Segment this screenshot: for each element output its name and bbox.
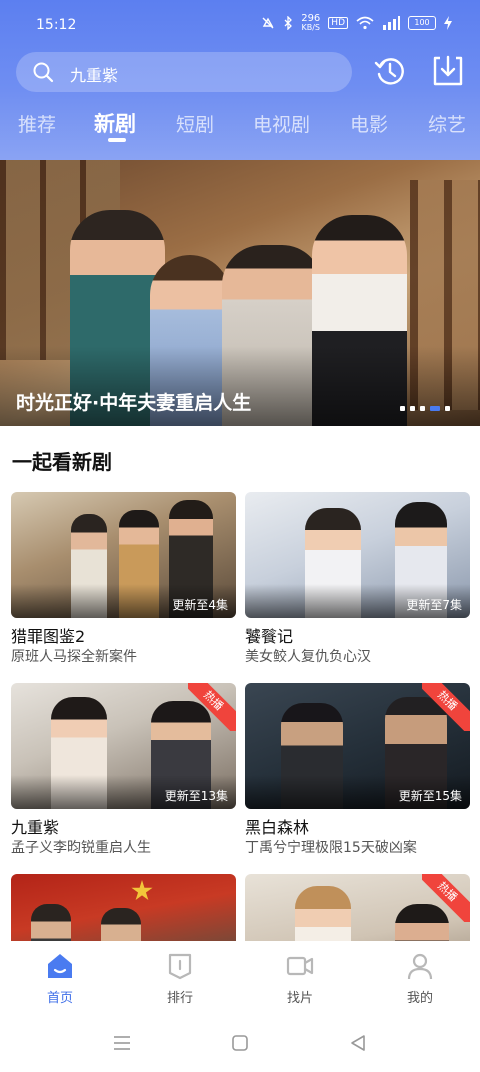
tab-short-drama[interactable]: 短剧 (176, 110, 214, 137)
wifi-icon (356, 16, 374, 30)
drama-card[interactable]: 更新至15集 热播 黑白森林 丁禹兮宁理极限15天破凶案 (245, 683, 470, 863)
search-query: 九重紫 (70, 66, 119, 85)
net-speed: 296 KB/S (301, 13, 321, 32)
banner-title: 时光正好·中年夫妻重启人生 (16, 392, 252, 414)
status-bar: 15:12 296 KB/S HD 100 (0, 0, 480, 46)
download-icon[interactable] (431, 54, 465, 88)
hero-banner[interactable]: 时光正好·中年夫妻重启人生 (0, 160, 480, 426)
nav-label: 我的 (406, 991, 433, 1006)
status-icons: 296 KB/S HD 100 (261, 14, 452, 32)
tab-variety[interactable]: 综艺 (428, 110, 466, 137)
app-header: 15:12 296 KB/S HD 100 九重紫 推荐 新剧 短剧 电视剧 电… (0, 0, 480, 160)
drama-card[interactable]: 更新至7集 饕餮记 美女鲛人复仇负心汉 (245, 492, 470, 672)
card-title: 猎罪图鉴2 (11, 627, 86, 646)
card-thumbnail: 更新至4集 (11, 492, 236, 618)
nav-find[interactable]: 找片 (260, 951, 340, 1006)
drama-card[interactable]: 热播 (245, 874, 470, 941)
nav-profile[interactable]: 我的 (380, 951, 460, 1006)
card-description: 孟子义李昀锐重启人生 (11, 840, 151, 856)
nav-label: 排行 (166, 991, 193, 1006)
hd-badge: HD (328, 17, 348, 29)
card-description: 美女鲛人复仇负心汉 (245, 649, 371, 665)
episode-status: 更新至7集 (406, 598, 462, 612)
tab-movie[interactable]: 电影 (350, 110, 388, 137)
drama-card[interactable]: 更新至13集 热播 九重紫 孟子义李昀锐重启人生 (11, 683, 236, 863)
search-icon (33, 62, 54, 83)
section-title: 一起看新剧 (12, 450, 112, 474)
category-tabs: 推荐 新剧 短剧 电视剧 电影 综艺 (0, 104, 480, 144)
charging-icon (444, 16, 452, 30)
card-thumbnail: 更新至13集 热播 (11, 683, 236, 809)
home-button-icon[interactable] (229, 1032, 251, 1054)
ranking-icon (168, 953, 192, 980)
search-bar[interactable]: 九重紫 (16, 52, 352, 92)
tab-new-drama[interactable]: 新剧 (94, 108, 136, 138)
back-icon[interactable] (347, 1032, 369, 1054)
pagination-dot-active (430, 406, 440, 411)
card-thumbnail: 热播 (245, 874, 470, 941)
menu-icon[interactable] (111, 1032, 133, 1054)
card-description: 原班人马探全新案件 (11, 649, 137, 665)
hot-badge: 热播 (188, 683, 236, 731)
battery-icon: 100 (408, 16, 436, 30)
tab-tv-series[interactable]: 电视剧 (253, 110, 310, 137)
episode-status: 更新至4集 (172, 598, 228, 612)
pagination-dot (445, 406, 450, 411)
card-thumbnail: 更新至15集 热播 (245, 683, 470, 809)
bluetooth-icon (284, 16, 293, 30)
pagination-dot (400, 406, 405, 411)
mute-icon (262, 17, 274, 29)
profile-icon (407, 953, 433, 980)
episode-status: 更新至15集 (398, 789, 462, 803)
pagination-dot (410, 406, 415, 411)
nav-label: 首页 (46, 991, 73, 1006)
card-description: 丁禹兮宁理极限15天破凶案 (245, 840, 417, 856)
episode-status: 更新至13集 (164, 789, 228, 803)
video-camera-icon (286, 956, 314, 976)
card-title: 饕餮记 (245, 627, 294, 646)
nav-label: 找片 (286, 991, 313, 1006)
card-title: 九重紫 (11, 818, 60, 837)
active-tab-indicator (108, 138, 126, 142)
card-thumbnail: 更新至7集 (245, 492, 470, 618)
card-title: 黑白森林 (245, 818, 310, 837)
status-time: 15:12 (36, 17, 77, 33)
system-navigation-bar (0, 1015, 480, 1072)
hot-badge: 热播 (422, 874, 470, 922)
nav-home[interactable]: 首页 (20, 951, 100, 1006)
history-icon[interactable] (373, 54, 407, 88)
banner-pagination (400, 406, 450, 411)
drama-card[interactable]: 更新至4集 猎罪图鉴2 原班人马探全新案件 (11, 492, 236, 672)
bottom-navigation: 首页 排行 找片 我的 (0, 941, 480, 1015)
hot-badge: 热播 (422, 683, 470, 731)
signal-icon (383, 16, 400, 30)
nav-ranking[interactable]: 排行 (140, 951, 220, 1006)
home-icon (48, 954, 72, 978)
card-thumbnail (11, 874, 236, 941)
tab-recommend[interactable]: 推荐 (18, 110, 56, 137)
pagination-dot (420, 406, 425, 411)
drama-card[interactable] (11, 874, 236, 941)
